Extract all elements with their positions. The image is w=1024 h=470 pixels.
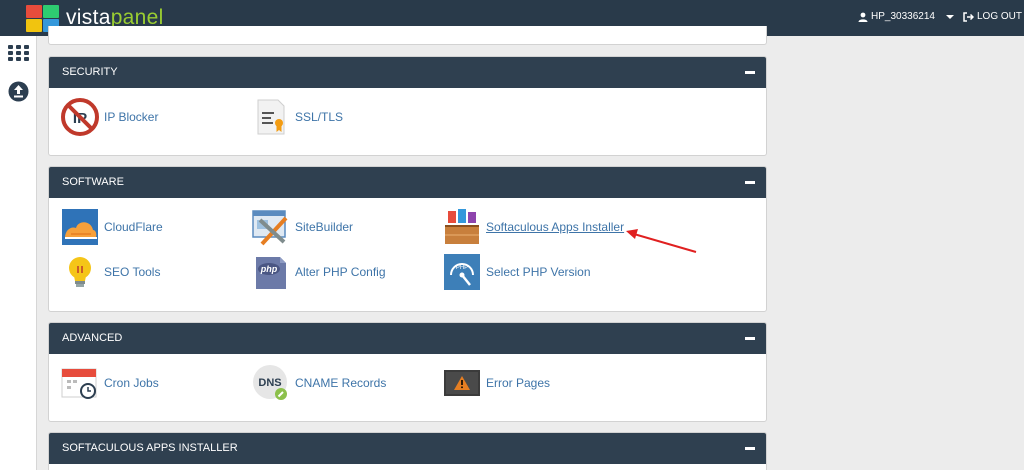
softaculous-apps-installer-link: Softaculous Apps Installer xyxy=(486,220,625,234)
left-sidebar xyxy=(0,36,37,470)
cloudflare-icon xyxy=(61,208,99,246)
ssl-tls-label: SSL/TLS xyxy=(295,110,344,124)
panel-title: SOFTACULOUS APPS INSTALLER xyxy=(62,442,238,454)
logout-link[interactable]: LOG OUT xyxy=(963,11,1022,22)
error-warning-icon xyxy=(443,364,481,402)
softaculous-panel: SOFTACULOUS APPS INSTALLER xyxy=(48,432,767,470)
cloudflare-label: CloudFlare xyxy=(104,220,163,234)
alter-php-config-item[interactable]: php Alter PHP Config xyxy=(252,253,386,291)
logout-label: LOG OUT xyxy=(977,11,1023,22)
seo-tools-item[interactable]: SEO Tools xyxy=(61,253,160,291)
ssl-tls-item[interactable]: SSL/TLS xyxy=(252,98,343,136)
php-version-icon: PHP xyxy=(443,253,481,291)
username-label: HP_30336214 xyxy=(871,11,935,22)
select-php-version-label: Select PHP Version xyxy=(486,265,591,279)
select-php-version-item[interactable]: PHP Select PHP Version xyxy=(443,253,591,291)
softaculous-icon xyxy=(443,208,481,246)
software-panel-header[interactable]: SOFTWARE xyxy=(49,167,766,198)
ssl-certificate-icon xyxy=(252,98,290,136)
seo-tools-label: SEO Tools xyxy=(104,265,161,279)
cron-jobs-label: Cron Jobs xyxy=(104,376,159,390)
collapse-minus-icon[interactable] xyxy=(745,337,755,340)
svg-text:PHP: PHP xyxy=(456,265,468,271)
security-panel: SECURITY IP IP Blocker SSL/TLS xyxy=(48,56,767,156)
panel-title: SECURITY xyxy=(62,66,118,78)
error-pages-label: Error Pages xyxy=(486,376,551,390)
sitebuilder-label: SiteBuilder xyxy=(295,220,354,234)
svg-text:DNS: DNS xyxy=(258,377,281,389)
collapse-minus-icon[interactable] xyxy=(745,71,755,74)
collapse-minus-icon[interactable] xyxy=(745,181,755,184)
apps-grid-icon[interactable] xyxy=(8,45,29,62)
cname-records-item[interactable]: DNS CNAME Records xyxy=(252,364,386,402)
cloudflare-item[interactable]: CloudFlare xyxy=(61,208,163,246)
php-config-icon: php xyxy=(252,253,290,291)
ip-blocker-icon: IP xyxy=(61,98,99,136)
sitebuilder-item[interactable]: SiteBuilder xyxy=(252,208,353,246)
panel-title: ADVANCED xyxy=(62,332,123,344)
lightbulb-icon xyxy=(61,253,99,291)
ip-blocker-item[interactable]: IP IP Blocker xyxy=(61,98,158,136)
cron-jobs-item[interactable]: Cron Jobs xyxy=(61,364,159,402)
user-menu-dropdown[interactable]: HP_30336214 xyxy=(858,11,954,22)
sitebuilder-icon xyxy=(252,208,290,246)
cron-calendar-icon xyxy=(61,364,99,402)
upload-icon[interactable] xyxy=(8,81,29,102)
softaculous-item[interactable]: Softaculous Apps Installer xyxy=(443,208,624,246)
dns-icon: DNS xyxy=(252,364,290,402)
collapse-minus-icon[interactable] xyxy=(745,447,755,450)
alter-php-config-label: Alter PHP Config xyxy=(295,265,386,279)
user-icon xyxy=(858,12,868,22)
annotation-arrow xyxy=(626,229,697,253)
advanced-panel: ADVANCED Cron Jobs DNS CNAME Records Err… xyxy=(48,322,767,422)
softaculous-panel-header[interactable]: SOFTACULOUS APPS INSTALLER xyxy=(49,433,766,464)
advanced-panel-header[interactable]: ADVANCED xyxy=(49,323,766,354)
caret-down-icon xyxy=(945,14,954,19)
error-pages-item[interactable]: Error Pages xyxy=(443,364,550,402)
ip-blocker-label: IP Blocker xyxy=(104,110,159,124)
svg-text:php: php xyxy=(260,264,278,274)
previous-panel-bottom xyxy=(48,26,767,45)
cname-records-label: CNAME Records xyxy=(295,376,387,390)
panel-title: SOFTWARE xyxy=(62,176,124,188)
security-panel-header[interactable]: SECURITY xyxy=(49,57,766,88)
logout-icon xyxy=(963,11,974,22)
